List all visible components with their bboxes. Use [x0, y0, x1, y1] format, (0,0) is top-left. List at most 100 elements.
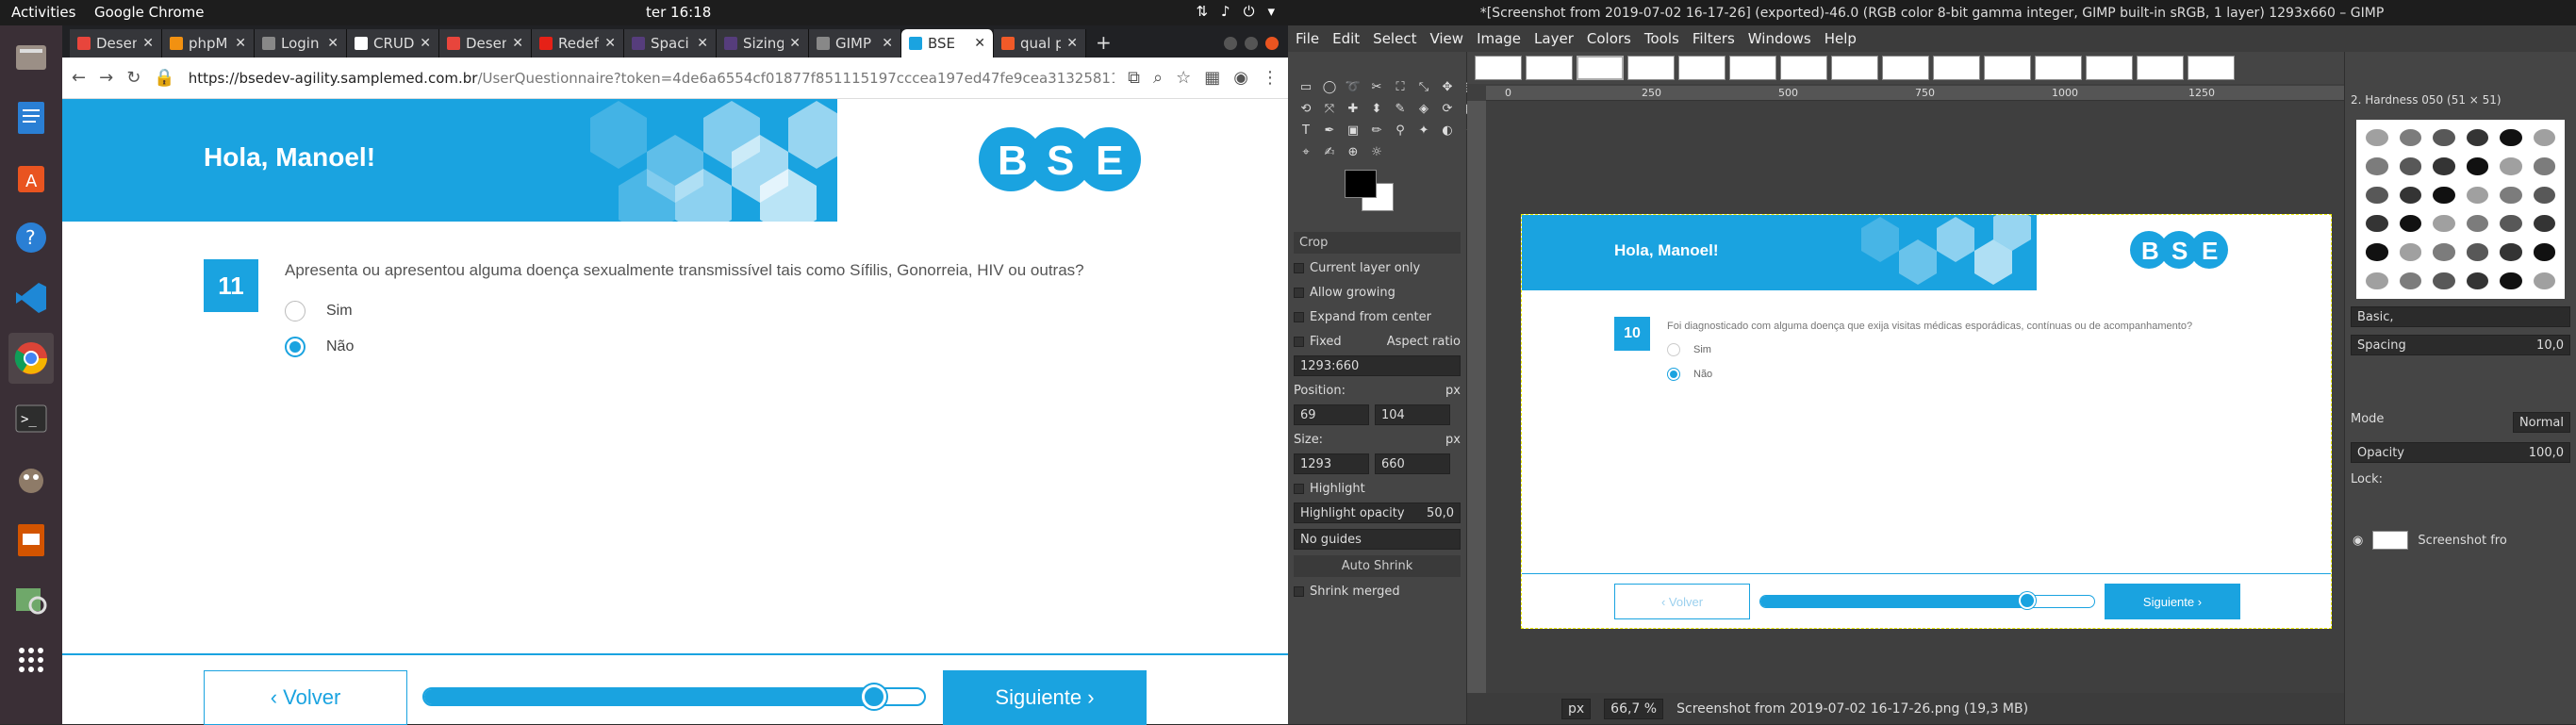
- dock-gimp[interactable]: [8, 453, 54, 504]
- tool-icon[interactable]: ⊕: [1345, 143, 1362, 160]
- dock-software[interactable]: A: [8, 152, 54, 203]
- brush-swatch[interactable]: [2466, 186, 2488, 204]
- brush-swatch[interactable]: [2500, 272, 2522, 289]
- image-tab-thumbnail[interactable]: [1526, 56, 1573, 80]
- dock-files[interactable]: [8, 31, 54, 82]
- allow-growing-option[interactable]: Allow growing: [1294, 282, 1461, 303]
- tool-icon[interactable]: ⬍: [1368, 100, 1385, 117]
- brush-swatch[interactable]: [2399, 129, 2421, 147]
- brush-grid[interactable]: [2356, 120, 2565, 299]
- tab-close-icon[interactable]: ✕: [327, 36, 339, 51]
- brush-swatch[interactable]: [2366, 214, 2388, 233]
- current-layer-only-option[interactable]: Current layer only: [1294, 257, 1461, 278]
- brush-swatch[interactable]: [2466, 129, 2488, 147]
- brush-preset-select[interactable]: Basic,: [2351, 306, 2570, 327]
- brush-swatch[interactable]: [2399, 272, 2421, 289]
- zoom-icon[interactable]: ⌕: [1153, 68, 1163, 88]
- tool-icon[interactable]: ✥: [1439, 78, 1456, 95]
- brush-swatch[interactable]: [2466, 214, 2488, 233]
- tool-icon[interactable]: ⟳: [1439, 100, 1456, 117]
- brush-swatch[interactable]: [2433, 272, 2455, 289]
- guides-select[interactable]: No guides: [1294, 529, 1461, 550]
- tool-icon[interactable]: ✎: [1392, 100, 1409, 117]
- zoom-select[interactable]: 66,7 %: [1604, 698, 1664, 719]
- spacing-slider[interactable]: Spacing 10,0: [2351, 335, 2570, 355]
- tool-icon[interactable]: T: [1297, 122, 1314, 139]
- fixed-option[interactable]: Fixed Aspect ratio: [1294, 331, 1461, 352]
- brush-swatch[interactable]: [2533, 243, 2555, 261]
- highlight-option[interactable]: Highlight: [1294, 478, 1461, 499]
- tab-close-icon[interactable]: ✕: [882, 36, 893, 51]
- close-window-button[interactable]: [1265, 37, 1279, 50]
- browser-tab[interactable]: Login ✕: [255, 29, 347, 58]
- tool-icon[interactable]: ✚: [1345, 100, 1362, 117]
- tool-icon[interactable]: ⚲: [1392, 122, 1409, 139]
- option-nao[interactable]: Não: [285, 337, 354, 357]
- tab-close-icon[interactable]: ✕: [420, 36, 431, 51]
- aspect-ratio-select[interactable]: Aspect ratio: [1387, 335, 1461, 349]
- translate-icon[interactable]: ⧉: [1128, 68, 1140, 88]
- dock-image-viewer[interactable]: [8, 574, 54, 625]
- image-tab-thumbnail[interactable]: [1475, 56, 1522, 80]
- brush-swatch[interactable]: [2500, 214, 2522, 233]
- tool-icon[interactable]: ◐: [1439, 122, 1456, 139]
- checkbox[interactable]: [1294, 336, 1304, 347]
- shrink-merged-option[interactable]: Shrink merged: [1294, 581, 1461, 601]
- back-icon[interactable]: ←: [72, 68, 86, 88]
- brush-swatch[interactable]: [2399, 243, 2421, 261]
- tool-icon[interactable]: ☼: [1368, 143, 1385, 160]
- image-tab-thumbnail[interactable]: [2137, 56, 2184, 80]
- brush-swatch[interactable]: [2533, 129, 2555, 147]
- browser-tab[interactable]: Desen ✕: [439, 29, 532, 58]
- tool-icon[interactable]: ✂: [1368, 78, 1385, 95]
- tool-icon[interactable]: ⤧: [1321, 100, 1338, 117]
- brush-swatch[interactable]: [2433, 186, 2455, 204]
- ratio-field[interactable]: 1293:660: [1294, 355, 1461, 376]
- dock-impress[interactable]: [8, 514, 54, 565]
- progress-slider[interactable]: [422, 684, 926, 709]
- checkbox[interactable]: [1294, 311, 1304, 322]
- brush-swatch[interactable]: [2366, 129, 2388, 147]
- dock-show-apps[interactable]: [8, 634, 54, 685]
- position-x-field[interactable]: 69: [1294, 404, 1369, 425]
- back-button[interactable]: ‹ Volver: [204, 670, 407, 725]
- checkbox[interactable]: [1294, 585, 1304, 597]
- menu-item-image[interactable]: Image: [1477, 30, 1521, 47]
- dock-chrome[interactable]: [8, 333, 54, 384]
- canvas-image[interactable]: Hola, Manoel! B S E 10 Foi diagnosticado…: [1521, 214, 2332, 629]
- browser-tab[interactable]: qual p ✕: [994, 29, 1086, 58]
- tab-close-icon[interactable]: ✕: [1066, 36, 1078, 51]
- tab-close-icon[interactable]: ✕: [974, 36, 985, 51]
- tool-icon[interactable]: ⌖: [1297, 143, 1314, 160]
- foreground-color[interactable]: [1345, 170, 1377, 198]
- brush-swatch[interactable]: [2533, 272, 2555, 289]
- dock-help[interactable]: ?: [8, 212, 54, 263]
- browser-tab[interactable]: GIMP ✕: [809, 29, 901, 58]
- checkbox[interactable]: [1294, 287, 1304, 298]
- tool-icon[interactable]: ✒: [1321, 122, 1338, 139]
- tool-icon[interactable]: ✏: [1368, 122, 1385, 139]
- system-tray[interactable]: ⇅ ♪ ⏻ ▾: [1196, 3, 1275, 20]
- profile-avatar[interactable]: ◉: [1233, 68, 1248, 88]
- image-tab-thumbnail[interactable]: [1729, 56, 1776, 80]
- unit-select[interactable]: px: [1445, 384, 1461, 398]
- radio-nao[interactable]: [285, 337, 305, 357]
- reload-icon[interactable]: ↻: [126, 68, 140, 88]
- tab-close-icon[interactable]: ✕: [512, 36, 523, 51]
- dock-terminal[interactable]: >_: [8, 393, 54, 444]
- brush-swatch[interactable]: [2399, 214, 2421, 233]
- image-tab-thumbnail[interactable]: [1780, 56, 1827, 80]
- radio-sim[interactable]: [285, 301, 305, 321]
- brush-swatch[interactable]: [2366, 243, 2388, 261]
- progress-knob[interactable]: [862, 684, 886, 709]
- minimize-button[interactable]: [1224, 37, 1237, 50]
- tool-icon[interactable]: ⟲: [1297, 100, 1314, 117]
- brush-swatch[interactable]: [2399, 157, 2421, 175]
- extension-icon[interactable]: ▦: [1204, 68, 1220, 88]
- option-sim[interactable]: Sim: [285, 301, 353, 321]
- brush-swatch[interactable]: [2500, 243, 2522, 261]
- eye-icon[interactable]: ◉: [2353, 534, 2363, 548]
- tool-icon[interactable]: ◈: [1415, 100, 1432, 117]
- tab-close-icon[interactable]: ✕: [604, 36, 616, 51]
- tab-close-icon[interactable]: ✕: [142, 36, 154, 51]
